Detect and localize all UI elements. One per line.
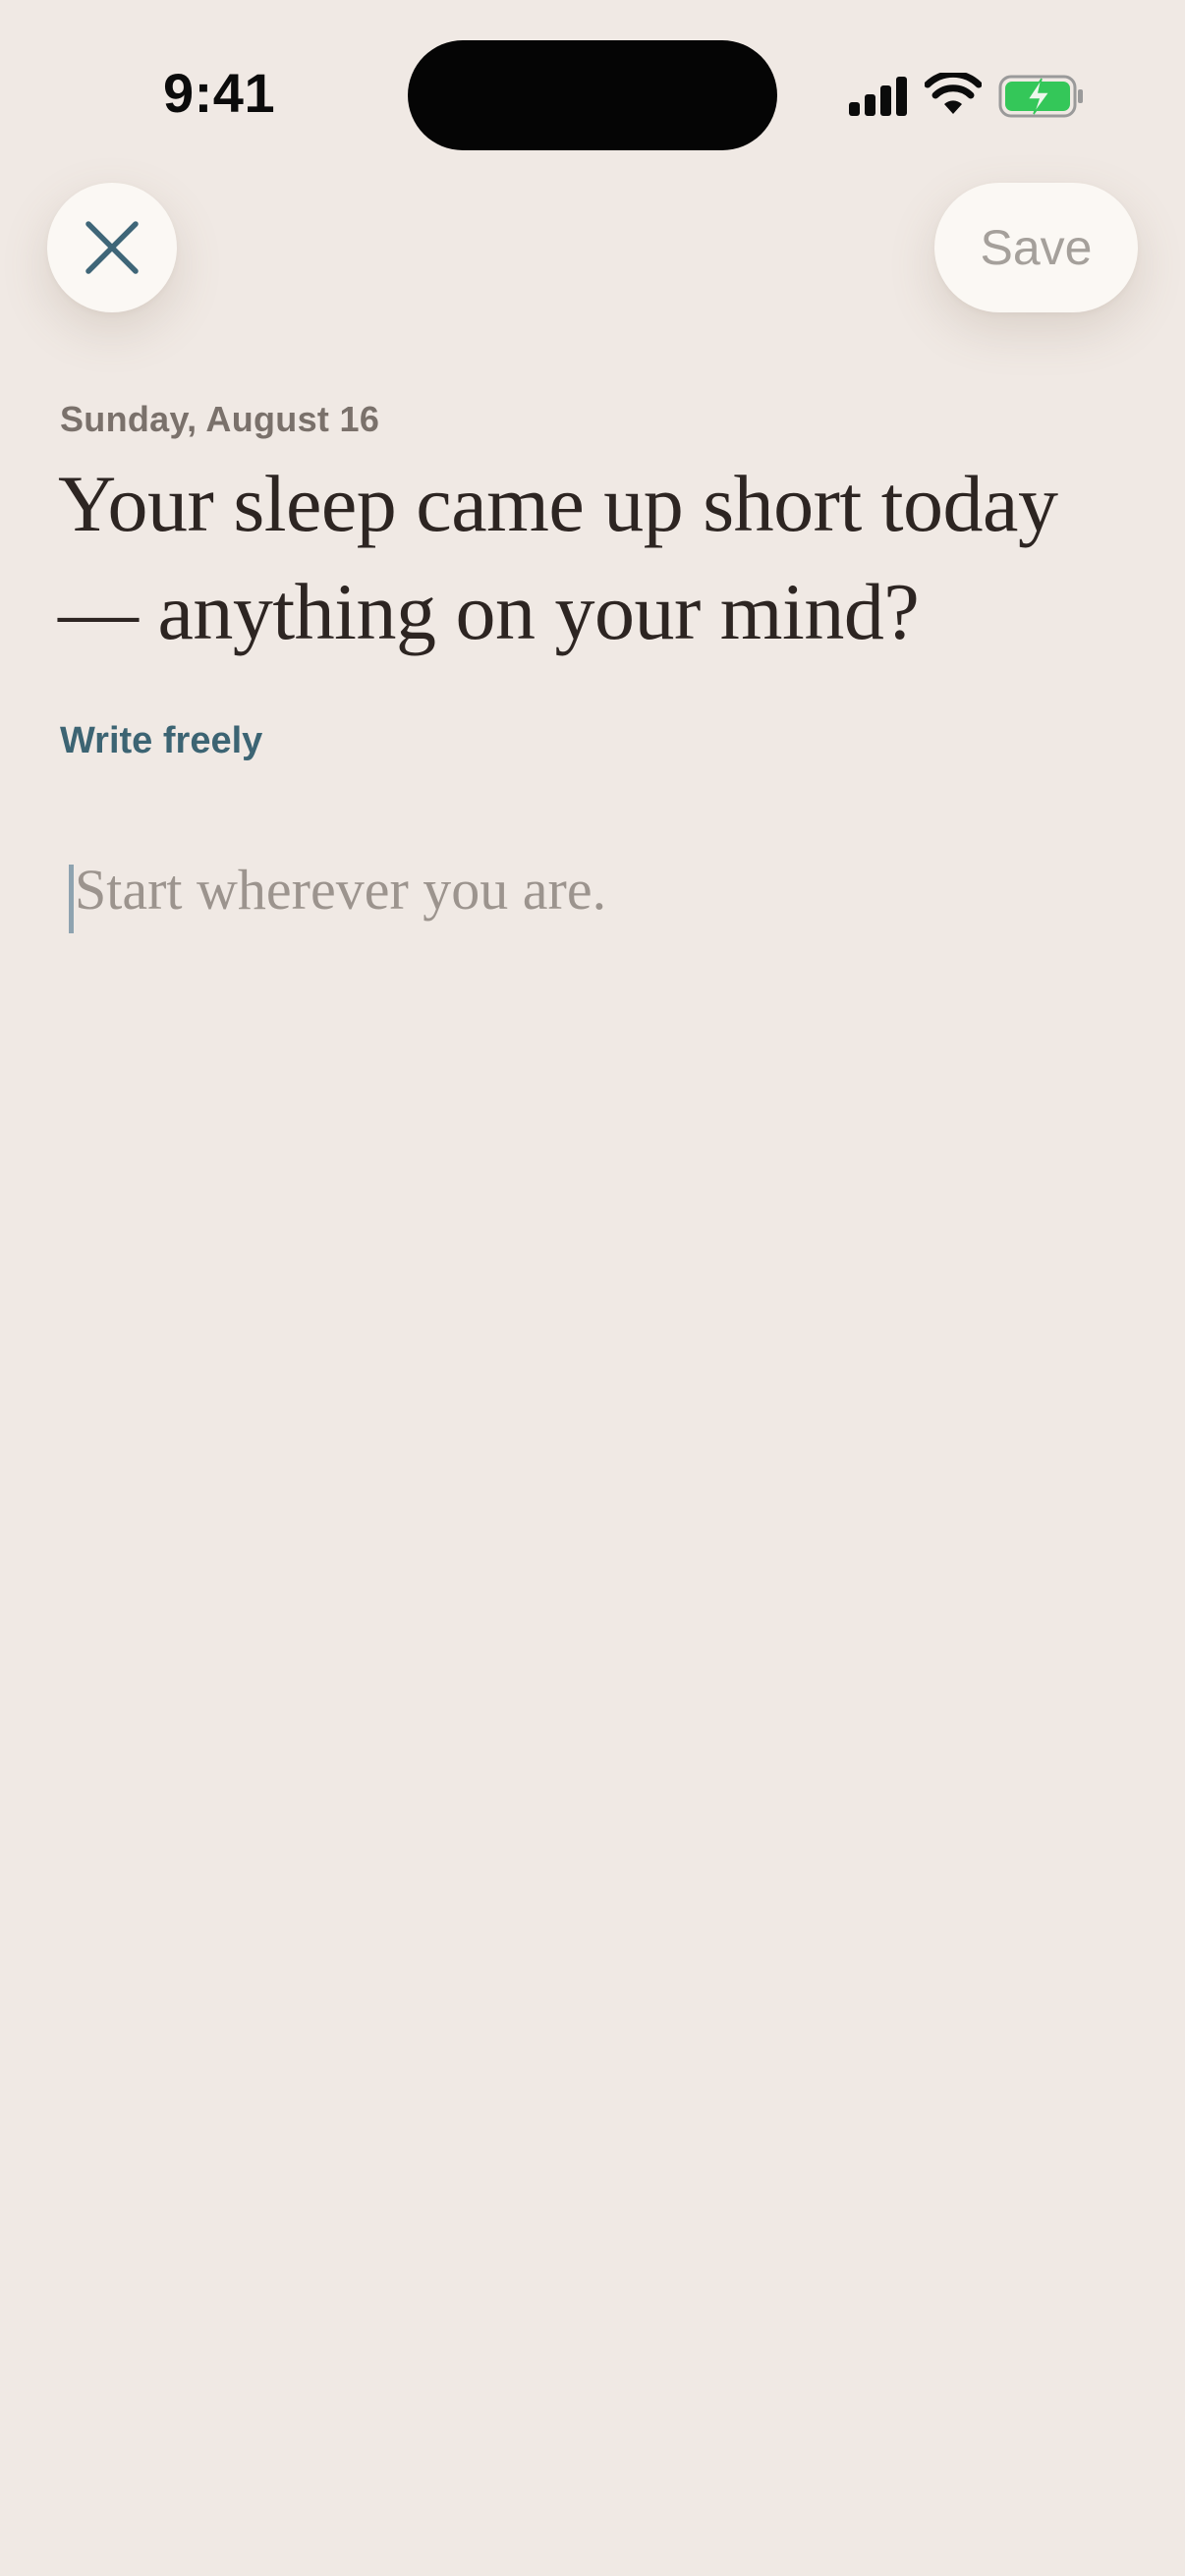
prompt-title: Your sleep came up short today — anythin… xyxy=(58,459,1058,656)
close-button[interactable] xyxy=(47,183,177,312)
entry-date: Sunday, August 16 xyxy=(60,399,380,439)
wifi-icon xyxy=(925,73,982,114)
dynamic-island xyxy=(408,40,777,150)
save-button[interactable]: Save xyxy=(934,183,1138,312)
entry-placeholder: Start wherever you are. xyxy=(75,858,607,922)
status-time: 9:41 xyxy=(163,62,276,124)
battery-charging-icon xyxy=(998,75,1083,118)
close-icon xyxy=(85,221,139,274)
cellular-signal-icon xyxy=(849,77,907,116)
text-cursor xyxy=(69,865,74,933)
journal-entry-input[interactable]: Start wherever you are. xyxy=(69,853,1130,951)
write-freely-link[interactable]: Write freely xyxy=(60,720,262,762)
status-bar: 9:41 xyxy=(0,0,1185,196)
